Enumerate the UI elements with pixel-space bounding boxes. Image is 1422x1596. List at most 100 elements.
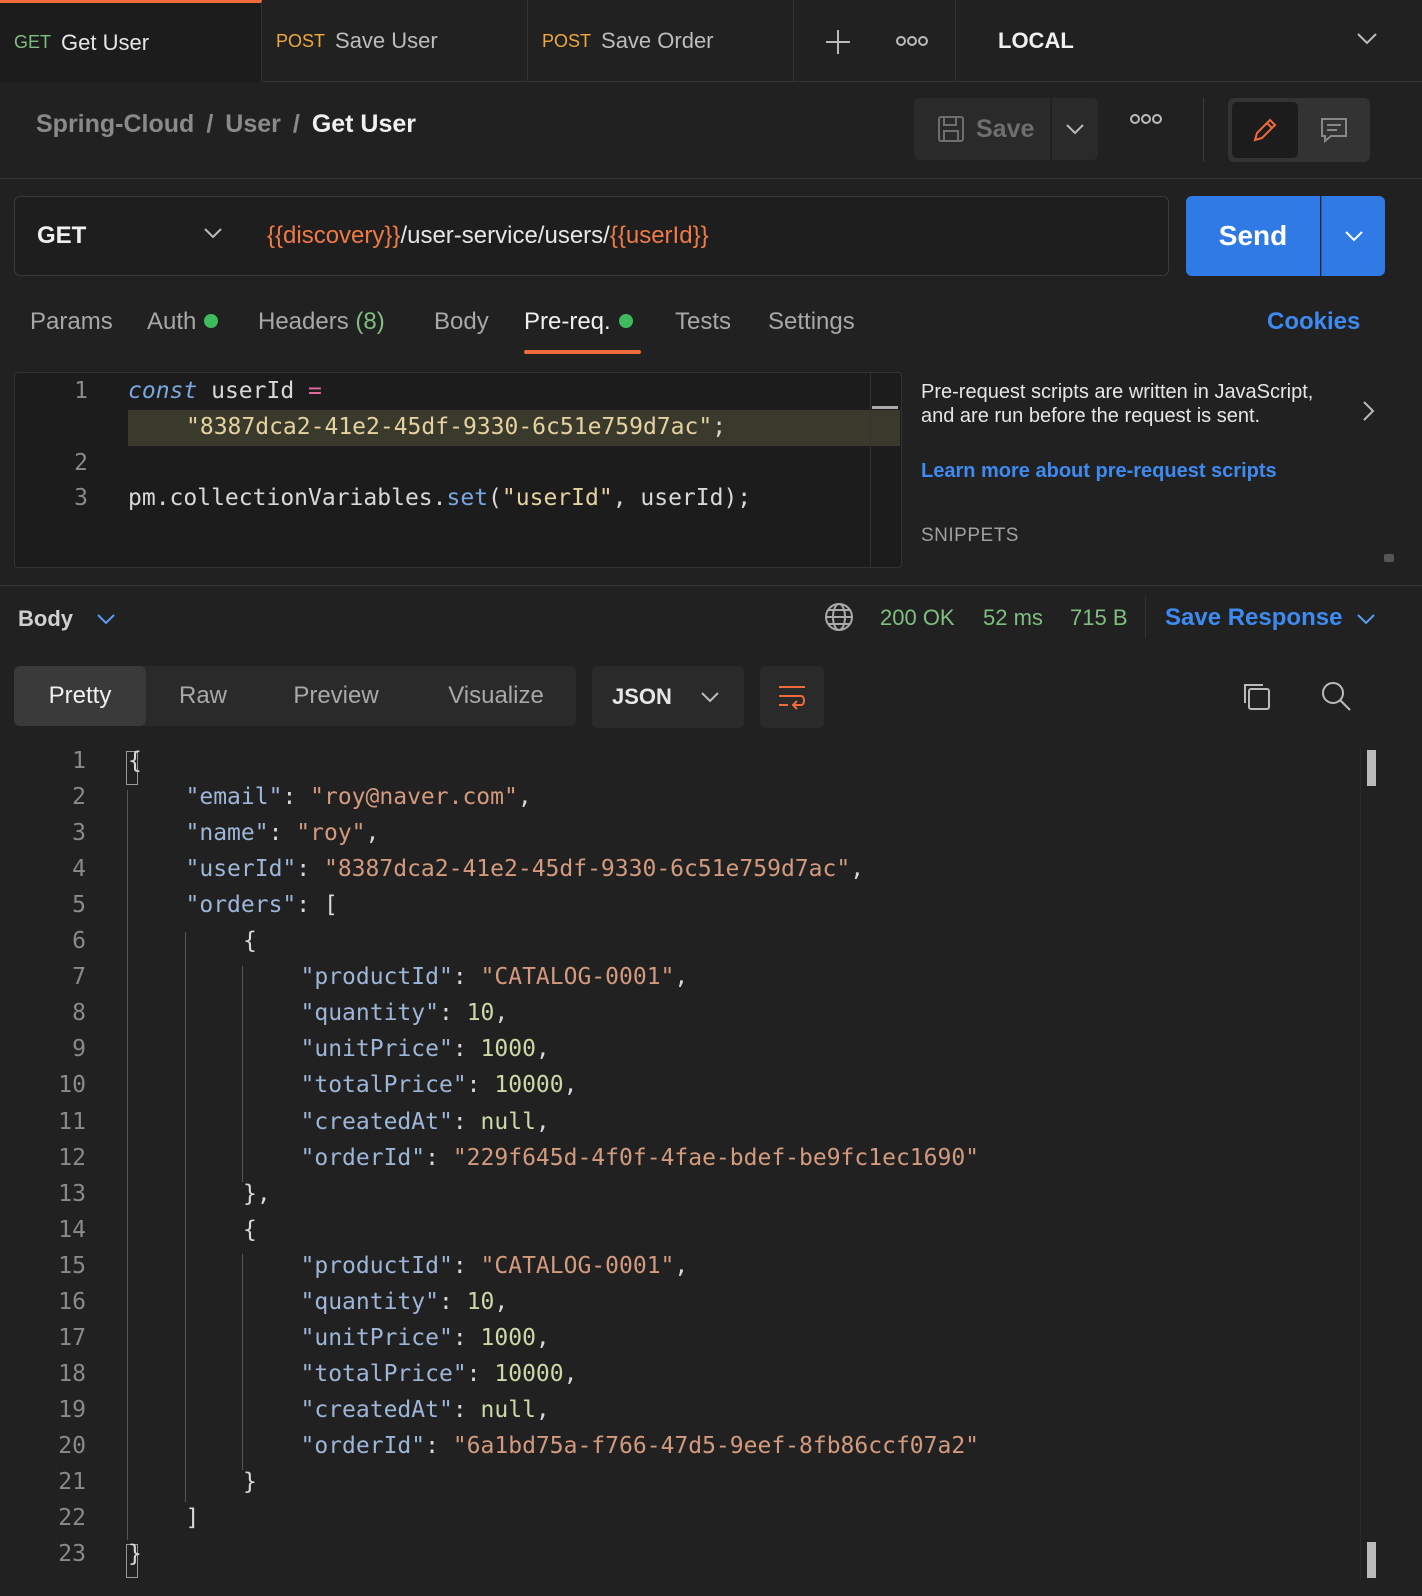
json-key: "email" <box>185 784 283 811</box>
environment-name: LOCAL <box>998 28 1074 53</box>
json-punct: { <box>243 928 257 955</box>
json-key: "quantity" <box>300 1288 439 1315</box>
view-preview[interactable]: Preview <box>276 666 396 726</box>
line-number: 22 <box>58 1505 86 1532</box>
edit-mode-button[interactable] <box>1232 102 1298 158</box>
json-line: "productId": "CATALOG-0001", <box>301 1253 689 1279</box>
json-key: "createdAt" <box>300 1108 453 1135</box>
view-pretty[interactable]: Pretty <box>14 666 146 726</box>
chevron-down-icon[interactable] <box>1356 32 1378 51</box>
tab-body[interactable]: Body <box>434 308 489 336</box>
response-body-label[interactable]: Body <box>18 606 73 632</box>
function-name: set <box>446 485 489 511</box>
chevron-right-icon[interactable] <box>1362 400 1376 427</box>
active-tab-indicator <box>524 350 641 354</box>
json-key: "createdAt" <box>300 1396 453 1423</box>
copy-icon[interactable] <box>1240 680 1272 717</box>
tab-params[interactable]: Params <box>30 308 113 336</box>
save-dropdown[interactable] <box>1052 98 1098 160</box>
breadcrumb-request[interactable]: Get User <box>312 110 416 138</box>
chevron-down-icon[interactable] <box>96 612 116 630</box>
editor-scrollbar[interactable] <box>870 373 871 567</box>
breadcrumb-collection[interactable]: Spring-Cloud <box>36 110 194 138</box>
json-value: 10 <box>466 1000 495 1027</box>
tab-settings[interactable]: Settings <box>768 308 855 336</box>
script-line-1-wrap: "8387dca2-41e2-45df-9330-6c51e759d7ac"; <box>186 414 726 440</box>
globe-icon[interactable] <box>824 602 854 637</box>
line-number: 19 <box>58 1396 86 1423</box>
tab-save-order[interactable]: POST Save Order <box>528 0 794 82</box>
response-scroll-thumb[interactable] <box>1367 1542 1376 1578</box>
json-value: null <box>480 1396 536 1423</box>
url-path: /user-service/users/ <box>400 222 610 249</box>
json-punct: , <box>674 1252 689 1279</box>
line-number: 15 <box>58 1252 86 1279</box>
chevron-down-icon[interactable] <box>1356 612 1376 630</box>
chevron-down-icon <box>204 228 222 239</box>
save-response-button[interactable]: Save Response <box>1165 604 1342 632</box>
tab-save-user[interactable]: POST Save User <box>262 0 528 82</box>
send-dropdown[interactable] <box>1321 196 1385 276</box>
json-line: "orderId": "229f645d-4f0f-4fae-bdef-be9f… <box>301 1145 980 1171</box>
url-input[interactable]: {{discovery}}/user-service/users/{{userI… <box>245 196 1169 276</box>
operator: = <box>308 378 322 404</box>
tab-label: Save User <box>335 28 438 53</box>
breadcrumb-folder[interactable]: User <box>225 110 281 138</box>
environment-selector[interactable]: LOCAL <box>955 0 1422 82</box>
json-punct: { <box>128 748 142 774</box>
json-line: { <box>243 1217 257 1243</box>
save-button[interactable]: Save <box>914 98 1050 160</box>
editor-scroll-thumb[interactable] <box>872 406 898 409</box>
cookies-link[interactable]: Cookies <box>1267 308 1360 336</box>
json-punct: } <box>128 1541 142 1568</box>
learn-more-link[interactable]: Learn more about pre-request scripts <box>921 460 1277 483</box>
json-key: "userId" <box>185 856 297 883</box>
new-tab-plus-icon[interactable] <box>824 28 852 61</box>
line-number: 11 <box>58 1108 86 1135</box>
json-line: "totalPrice": 10000, <box>301 1361 578 1387</box>
line-number: 17 <box>58 1324 86 1351</box>
tab-method: POST <box>276 30 326 51</box>
divider <box>1145 596 1146 638</box>
tab-prereq[interactable]: Pre-req. <box>524 308 633 336</box>
json-line: "name": "roy", <box>186 820 380 846</box>
line-number: 21 <box>58 1469 86 1495</box>
json-string: "roy@naver.com" <box>310 784 518 811</box>
tab-headers[interactable]: Headers (8) <box>258 308 385 336</box>
json-key: "productId" <box>300 1252 453 1279</box>
response-scroll-track[interactable] <box>1360 748 1361 1580</box>
response-status[interactable]: 200 OK <box>880 605 955 631</box>
tab-more-icon[interactable] <box>896 34 928 53</box>
more-actions-icon[interactable] <box>1130 112 1162 131</box>
response-time[interactable]: 52 ms <box>983 605 1043 631</box>
snippets-scroll-thumb[interactable] <box>1384 554 1394 562</box>
json-value: 1000 <box>480 1036 536 1063</box>
response-size[interactable]: 715 B <box>1070 605 1128 631</box>
wrap-lines-button[interactable] <box>760 666 824 728</box>
method-select[interactable]: GET <box>14 196 246 276</box>
json-line: { <box>128 748 142 774</box>
json-punct: ] <box>185 1505 200 1532</box>
send-button[interactable]: Send <box>1186 196 1320 276</box>
search-icon[interactable] <box>1320 680 1352 717</box>
tab-tests[interactable]: Tests <box>675 308 731 336</box>
response-scroll-thumb[interactable] <box>1367 750 1376 786</box>
comments-button[interactable] <box>1302 102 1366 158</box>
json-key: "orders" <box>185 892 297 919</box>
punct: ; <box>712 414 727 440</box>
tab-label: Get User <box>61 29 150 55</box>
json-punct: : <box>425 1144 453 1171</box>
json-punct: : <box>452 1252 481 1279</box>
headers-count: (8) <box>355 308 385 335</box>
json-punct: , <box>674 964 689 991</box>
view-raw[interactable]: Raw <box>160 666 246 726</box>
wrap-lines-icon <box>779 686 805 710</box>
tab-get-user[interactable]: GET Get User <box>0 0 262 82</box>
tab-auth[interactable]: Auth <box>147 308 219 336</box>
json-string: "6a1bd75a-f766-47d5-9eef-8fb86ccf07a2" <box>452 1432 980 1459</box>
format-select[interactable]: JSON <box>592 666 744 728</box>
json-key: "productId" <box>300 964 453 991</box>
json-line: "productId": "CATALOG-0001", <box>301 964 689 990</box>
view-visualize[interactable]: Visualize <box>436 666 556 726</box>
line-number: 10 <box>58 1072 86 1099</box>
